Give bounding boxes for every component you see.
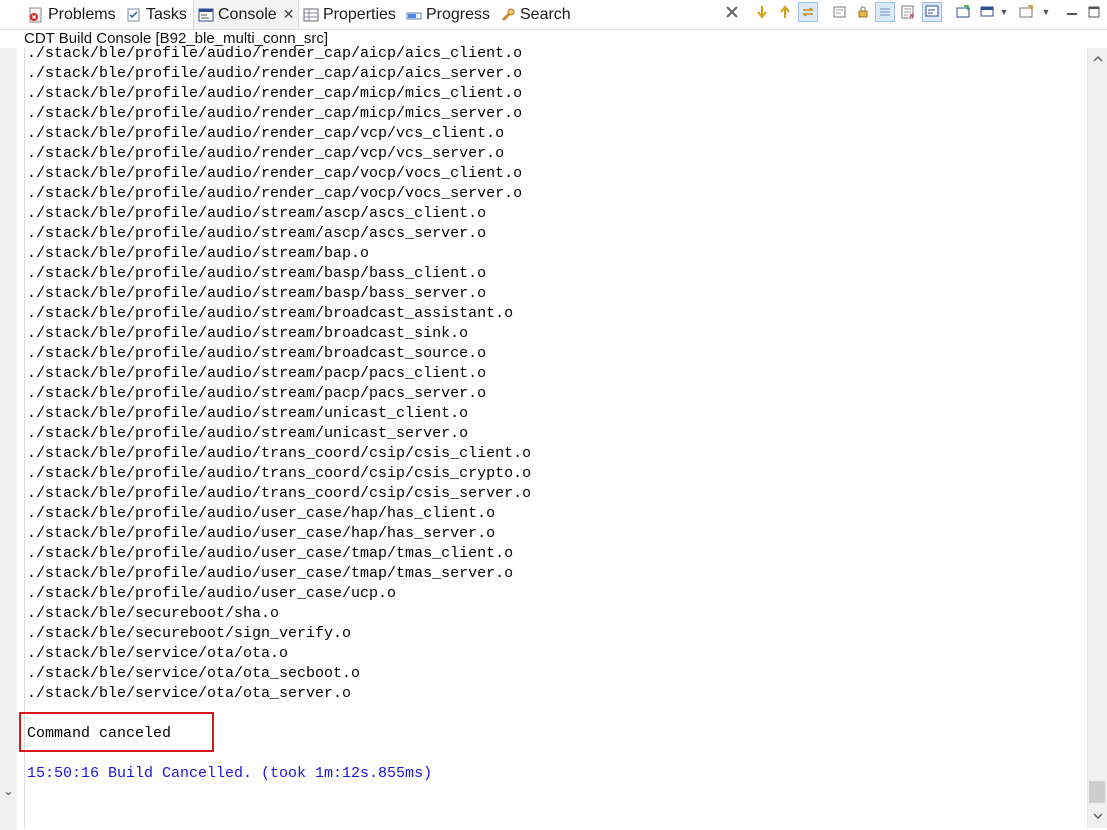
link-icon[interactable] bbox=[798, 2, 818, 22]
tab-console[interactable]: Console ✕ bbox=[193, 0, 300, 29]
output-line: ./stack/ble/profile/audio/render_cap/voc… bbox=[27, 185, 523, 202]
previous-icon[interactable] bbox=[775, 2, 795, 22]
chevron-down-icon[interactable]: ▼ bbox=[998, 2, 1010, 22]
properties-icon bbox=[303, 7, 319, 23]
highlight-box bbox=[19, 712, 214, 752]
search-icon bbox=[500, 7, 516, 23]
output-line: ./stack/ble/profile/audio/trans_coord/cs… bbox=[27, 485, 532, 502]
clear-console-icon[interactable] bbox=[722, 2, 742, 22]
tab-tasks[interactable]: Tasks bbox=[126, 0, 187, 29]
output-line: ./stack/ble/profile/audio/stream/unicast… bbox=[27, 405, 469, 422]
tab-label: Problems bbox=[48, 5, 116, 23]
scroll-down-icon[interactable] bbox=[1088, 807, 1107, 825]
tab-search[interactable]: Search bbox=[500, 0, 571, 29]
vertical-scrollbar[interactable] bbox=[1087, 48, 1107, 828]
scroll-up-icon[interactable] bbox=[1088, 50, 1107, 68]
output-line: ./stack/ble/profile/audio/render_cap/voc… bbox=[27, 165, 523, 182]
word-wrap-icon[interactable] bbox=[898, 2, 918, 22]
output-line: ./stack/ble/profile/audio/stream/pacp/pa… bbox=[27, 365, 487, 382]
output-line: ./stack/ble/profile/audio/stream/unicast… bbox=[27, 425, 469, 442]
minimize-view-icon[interactable] bbox=[1062, 2, 1082, 22]
tab-label: Tasks bbox=[146, 5, 187, 23]
output-line: ./stack/ble/service/ota/ota.o bbox=[27, 645, 289, 662]
output-line: ./stack/ble/secureboot/sign_verify.o bbox=[27, 625, 352, 642]
console-output[interactable]: ./stack/ble/profile/audio/render_cap/aic… bbox=[27, 44, 1085, 828]
open-console-icon[interactable] bbox=[953, 2, 973, 22]
build-status: 15:50:16 Build Cancelled. (took 1m:12s.8… bbox=[27, 765, 433, 782]
console-icon bbox=[198, 7, 214, 23]
output-line: ./stack/ble/profile/audio/trans_coord/cs… bbox=[27, 465, 532, 482]
tasks-icon bbox=[126, 7, 142, 23]
output-line: ./stack/ble/secureboot/sha.o bbox=[27, 605, 280, 622]
tab-label: Properties bbox=[323, 5, 396, 23]
output-line: ./stack/ble/profile/audio/stream/broadca… bbox=[27, 325, 469, 342]
output-lines: ./stack/ble/profile/audio/render_cap/aic… bbox=[27, 44, 1085, 704]
output-line: ./stack/ble/service/ota/ota_server.o bbox=[27, 685, 352, 702]
scrollbar-thumb[interactable] bbox=[1089, 781, 1105, 803]
scroll-lock-icon[interactable] bbox=[830, 2, 850, 22]
chevron-down-icon[interactable]: ⌄ bbox=[1, 783, 16, 798]
output-line: ./stack/ble/profile/audio/stream/broadca… bbox=[27, 345, 487, 362]
tab-label: Search bbox=[520, 5, 571, 23]
output-line: ./stack/ble/profile/audio/trans_coord/cs… bbox=[27, 445, 532, 462]
output-line: ./stack/ble/profile/audio/render_cap/mic… bbox=[27, 85, 523, 102]
output-line: ./stack/ble/profile/audio/stream/basp/ba… bbox=[27, 285, 487, 302]
view-tab-bar: Problems Tasks Console ✕ Properties Prog… bbox=[0, 0, 1107, 30]
display-selected-console-icon[interactable] bbox=[922, 2, 942, 22]
minimize-icon[interactable] bbox=[1016, 2, 1036, 22]
new-console-view-icon[interactable] bbox=[977, 2, 997, 22]
progress-icon bbox=[406, 7, 422, 23]
output-line: ./stack/ble/service/ota/ota_secboot.o bbox=[27, 665, 361, 682]
output-line: ./stack/ble/profile/audio/render_cap/vcp… bbox=[27, 125, 505, 142]
output-line: ./stack/ble/profile/audio/stream/basp/ba… bbox=[27, 265, 487, 282]
tab-properties[interactable]: Properties bbox=[303, 0, 396, 29]
chevron-down-icon[interactable]: ▼ bbox=[1040, 2, 1052, 22]
maximize-view-icon[interactable] bbox=[1084, 2, 1104, 22]
output-line: ./stack/ble/profile/audio/user_case/tmap… bbox=[27, 565, 514, 582]
problems-icon bbox=[28, 7, 44, 23]
tab-progress[interactable]: Progress bbox=[406, 0, 490, 29]
pin-icon[interactable] bbox=[853, 2, 873, 22]
tab-label: Console bbox=[218, 5, 277, 23]
output-line: ./stack/ble/profile/audio/render_cap/mic… bbox=[27, 105, 523, 122]
output-line: ./stack/ble/profile/audio/render_cap/aic… bbox=[27, 45, 523, 62]
next-icon[interactable] bbox=[752, 2, 772, 22]
tab-problems[interactable]: Problems bbox=[28, 0, 116, 29]
output-line: ./stack/ble/profile/audio/stream/pacp/pa… bbox=[27, 385, 487, 402]
left-gutter bbox=[0, 48, 17, 830]
output-line: ./stack/ble/profile/audio/stream/broadca… bbox=[27, 305, 514, 322]
close-icon[interactable]: ✕ bbox=[283, 6, 295, 23]
output-line: ./stack/ble/profile/audio/render_cap/vcp… bbox=[27, 145, 505, 162]
output-line: ./stack/ble/profile/audio/user_case/ucp.… bbox=[27, 585, 397, 602]
output-line: ./stack/ble/profile/audio/user_case/hap/… bbox=[27, 505, 496, 522]
output-line: ./stack/ble/profile/audio/user_case/hap/… bbox=[27, 525, 496, 542]
output-line: ./stack/ble/profile/audio/stream/ascp/as… bbox=[27, 225, 487, 242]
output-line: ./stack/ble/profile/audio/user_case/tmap… bbox=[27, 545, 514, 562]
output-line: ./stack/ble/profile/audio/stream/bap.o bbox=[27, 245, 370, 262]
output-line: ./stack/ble/profile/audio/stream/ascp/as… bbox=[27, 205, 487, 222]
show-on-output-icon[interactable] bbox=[875, 2, 895, 22]
tab-label: Progress bbox=[426, 5, 491, 23]
output-line: ./stack/ble/profile/audio/render_cap/aic… bbox=[27, 65, 523, 82]
